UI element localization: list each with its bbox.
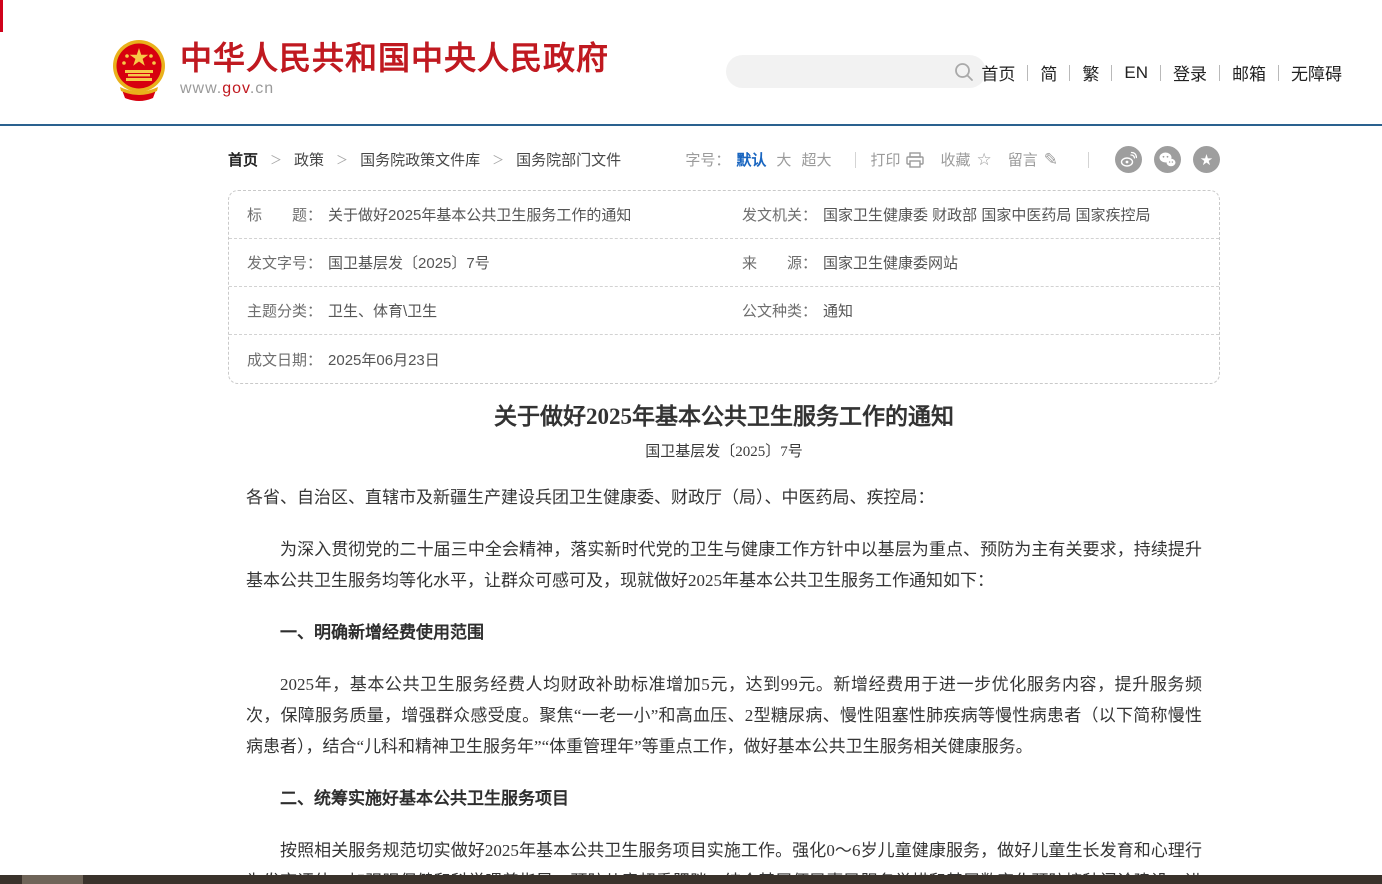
breadcrumb-separator: ＞ bbox=[270, 151, 282, 168]
document-article: 关于做好2025年基本公共卫生服务工作的通知 国卫基层发〔2025〕7号 各省、… bbox=[228, 402, 1220, 884]
site-url-www: www. bbox=[180, 80, 222, 97]
toolbar-divider bbox=[1088, 152, 1089, 168]
font-size-xlarge-button[interactable]: 超大 bbox=[801, 149, 831, 170]
nav-separator bbox=[1160, 65, 1161, 81]
search-box bbox=[726, 55, 986, 88]
site-url-gov: gov bbox=[222, 80, 250, 97]
info-date-cell: 成文日期： 2025年06月23日 bbox=[229, 349, 724, 370]
horizontal-scrollbar[interactable] bbox=[0, 875, 1382, 884]
breadcrumb: 首页 ＞ 政策 ＞ 国务院政策文件库 ＞ 国务院部门文件 bbox=[228, 149, 621, 170]
site-logo[interactable]: 中华人民共和国中央人民政府 www.gov.cn bbox=[112, 40, 609, 102]
info-row: 标 题： 关于做好2025年基本公共卫生服务工作的通知 发文机关： 国家卫生健康… bbox=[229, 191, 1219, 239]
red-tick-decoration bbox=[0, 0, 3, 32]
intro-paragraph: 为深入贯彻党的二十届三中全会精神，落实新时代党的卫生与健康工作方针中以基层为重点… bbox=[246, 534, 1202, 596]
page: 中华人民共和国中央人民政府 www.gov.cn 首页 简 繁 EN 登录 邮箱 bbox=[0, 0, 1382, 884]
search-icon[interactable] bbox=[954, 62, 974, 82]
wechat-share-button[interactable] bbox=[1154, 146, 1181, 173]
info-value: 国卫基层发〔2025〕7号 bbox=[328, 252, 490, 273]
info-label: 成文日期： bbox=[247, 349, 322, 370]
info-source-cell: 来 源： 国家卫生健康委网站 bbox=[724, 252, 1219, 273]
breadcrumb-department-docs[interactable]: 国务院部门文件 bbox=[516, 149, 621, 170]
wechat-icon bbox=[1159, 151, 1176, 168]
weibo-icon bbox=[1120, 151, 1137, 168]
national-emblem-icon bbox=[112, 40, 166, 102]
info-label: 发文字号： bbox=[247, 252, 322, 273]
favorite-button[interactable]: 收藏 ☆ bbox=[940, 149, 991, 170]
qzone-share-button[interactable]: ★ bbox=[1193, 146, 1220, 173]
share-buttons: ★ bbox=[1103, 146, 1220, 173]
star-circle-icon: ★ bbox=[1200, 151, 1213, 169]
info-label: 主题分类： bbox=[247, 300, 322, 321]
document-number: 国卫基层发〔2025〕7号 bbox=[246, 440, 1202, 461]
info-value: 国家卫生健康委 财政部 国家中医药局 国家疾控局 bbox=[823, 204, 1151, 225]
section-1-heading: 一、明确新增经费使用范围 bbox=[246, 617, 1202, 648]
favorite-label: 收藏 bbox=[940, 149, 970, 170]
info-doctype-cell: 公文种类： 通知 bbox=[724, 300, 1219, 321]
font-size-default-button[interactable]: 默认 bbox=[736, 149, 766, 170]
printer-icon bbox=[906, 152, 924, 168]
breadcrumb-separator: ＞ bbox=[336, 151, 348, 168]
nav-english[interactable]: EN bbox=[1124, 63, 1148, 83]
document-title: 关于做好2025年基本公共卫生服务工作的通知 bbox=[246, 402, 1202, 432]
site-url: www.gov.cn bbox=[180, 80, 609, 98]
font-size-large-button[interactable]: 大 bbox=[776, 149, 791, 170]
info-category-cell: 主题分类： 卫生、体育\卫生 bbox=[229, 300, 724, 321]
weibo-share-button[interactable] bbox=[1115, 146, 1142, 173]
nav-separator bbox=[1111, 65, 1112, 81]
toolbar-divider bbox=[855, 152, 856, 168]
info-row: 成文日期： 2025年06月23日 bbox=[229, 335, 1219, 383]
print-button[interactable]: 打印 bbox=[870, 149, 924, 170]
subheader: 首页 ＞ 政策 ＞ 国务院政策文件库 ＞ 国务院部门文件 字号： 默认 大 超大… bbox=[228, 146, 1220, 173]
nav-separator bbox=[1027, 65, 1028, 81]
nav-login[interactable]: 登录 bbox=[1173, 60, 1207, 85]
info-row: 发文字号： 国卫基层发〔2025〕7号 来 源： 国家卫生健康委网站 bbox=[229, 239, 1219, 287]
info-issuer-cell: 发文机关： 国家卫生健康委 财政部 国家中医药局 国家疾控局 bbox=[724, 204, 1219, 225]
nav-traditional[interactable]: 繁 bbox=[1082, 60, 1099, 85]
document-info-box: 标 题： 关于做好2025年基本公共卫生服务工作的通知 发文机关： 国家卫生健康… bbox=[228, 190, 1220, 384]
info-docnum-cell: 发文字号： 国卫基层发〔2025〕7号 bbox=[229, 252, 724, 273]
breadcrumb-policy-library[interactable]: 国务院政策文件库 bbox=[360, 149, 480, 170]
info-value: 国家卫生健康委网站 bbox=[823, 252, 958, 273]
nav-accessibility[interactable]: 无障碍 bbox=[1291, 60, 1342, 85]
info-value: 卫生、体育\卫生 bbox=[328, 300, 437, 321]
info-label: 来 源： bbox=[742, 252, 817, 273]
font-size-label: 字号： bbox=[685, 149, 730, 170]
site-header: 中华人民共和国中央人民政府 www.gov.cn 首页 简 繁 EN 登录 邮箱 bbox=[0, 0, 1382, 126]
top-nav: 首页 简 繁 EN 登录 邮箱 无障碍 bbox=[981, 60, 1342, 85]
comment-label: 留言 bbox=[1008, 149, 1038, 170]
comment-button[interactable]: 留言 ✎ bbox=[1008, 149, 1058, 170]
info-value: 关于做好2025年基本公共卫生服务工作的通知 bbox=[328, 204, 631, 225]
search-input[interactable] bbox=[726, 55, 954, 88]
breadcrumb-policy[interactable]: 政策 bbox=[294, 149, 324, 170]
page-tools: 字号： 默认 大 超大 打印 收藏 ☆ 留言 ✎ bbox=[685, 146, 1220, 173]
breadcrumb-separator: ＞ bbox=[492, 151, 504, 168]
info-value: 2025年06月23日 bbox=[328, 349, 440, 370]
nav-separator bbox=[1278, 65, 1279, 81]
info-title-cell: 标 题： 关于做好2025年基本公共卫生服务工作的通知 bbox=[229, 204, 724, 225]
info-label: 发文机关： bbox=[742, 204, 817, 225]
nav-mail[interactable]: 邮箱 bbox=[1232, 60, 1266, 85]
info-label: 公文种类： bbox=[742, 300, 817, 321]
info-value: 通知 bbox=[823, 300, 853, 321]
print-label: 打印 bbox=[870, 149, 900, 170]
nav-simplified[interactable]: 简 bbox=[1040, 60, 1057, 85]
nav-home[interactable]: 首页 bbox=[981, 60, 1015, 85]
breadcrumb-home[interactable]: 首页 bbox=[228, 149, 258, 170]
site-logo-text: 中华人民共和国中央人民政府 www.gov.cn bbox=[180, 40, 609, 98]
scrollbar-thumb[interactable] bbox=[22, 875, 83, 884]
nav-separator bbox=[1069, 65, 1070, 81]
section-2-heading: 二、统筹实施好基本公共卫生服务项目 bbox=[246, 783, 1202, 814]
pencil-icon: ✎ bbox=[1044, 150, 1058, 170]
star-icon: ☆ bbox=[976, 150, 991, 170]
section-1-paragraph: 2025年，基本公共卫生服务经费人均财政补助标准增加5元，达到99元。新增经费用… bbox=[246, 669, 1202, 762]
nav-separator bbox=[1219, 65, 1220, 81]
site-url-cn: .cn bbox=[250, 80, 274, 97]
salutation-paragraph: 各省、自治区、直辖市及新疆生产建设兵团卫生健康委、财政厅（局）、中医药局、疾控局… bbox=[246, 482, 1202, 513]
info-row: 主题分类： 卫生、体育\卫生 公文种类： 通知 bbox=[229, 287, 1219, 335]
site-title: 中华人民共和国中央人民政府 bbox=[180, 40, 609, 76]
info-label: 标 题： bbox=[247, 204, 322, 225]
